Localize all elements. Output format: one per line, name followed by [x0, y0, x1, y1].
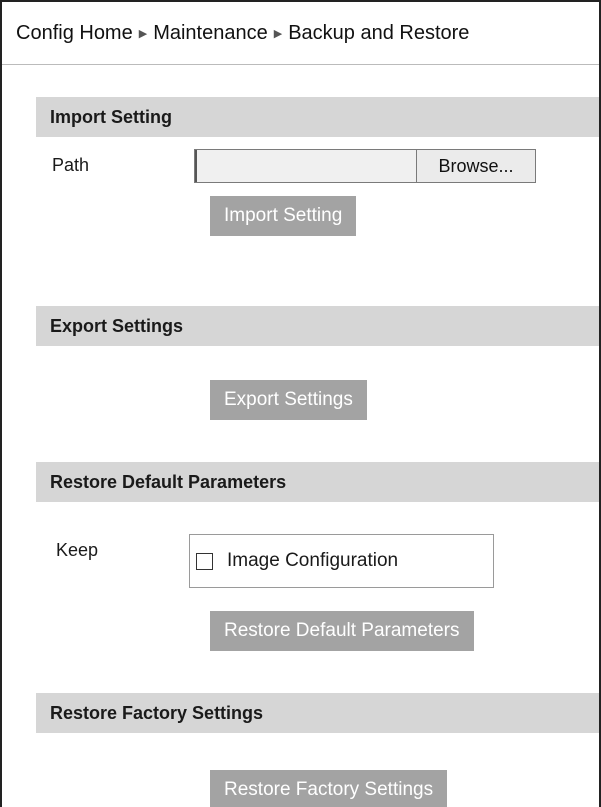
import-section-header: Import Setting — [36, 97, 599, 137]
restore-factory-section-header: Restore Factory Settings — [36, 693, 599, 733]
keep-label: Keep — [56, 540, 99, 560]
keep-options-box: Image Configuration — [189, 534, 494, 588]
restore-default-parameters-button[interactable]: Restore Default Parameters — [210, 611, 474, 651]
backup-restore-panel: Config Home ▶ Maintenance ▶ Backup and R… — [0, 0, 601, 807]
breadcrumb-config-home[interactable]: Config Home — [16, 22, 133, 45]
file-input: Browse... — [194, 149, 536, 183]
breadcrumb-backup-restore: Backup and Restore — [288, 22, 470, 44]
breadcrumb-divider — [2, 64, 599, 65]
browse-button[interactable]: Browse... — [416, 150, 535, 182]
breadcrumb: Config Home ▶ Maintenance ▶ Backup and R… — [16, 22, 469, 45]
import-setting-button[interactable]: Import Setting — [210, 196, 357, 236]
restore-factory-settings-button[interactable]: Restore Factory Settings — [210, 770, 448, 807]
breadcrumb-separator-icon: ▶ — [273, 28, 283, 40]
image-configuration-label[interactable]: Image Configuration — [227, 550, 398, 572]
breadcrumb-maintenance[interactable]: Maintenance — [153, 22, 268, 45]
export-settings-button[interactable]: Export Settings — [210, 380, 367, 420]
path-input[interactable] — [195, 150, 416, 182]
export-section-header: Export Settings — [36, 306, 599, 346]
restore-default-section-header: Restore Default Parameters — [36, 462, 599, 502]
breadcrumb-separator-icon: ▶ — [138, 28, 148, 40]
path-label: Path — [52, 155, 90, 175]
image-configuration-checkbox[interactable] — [196, 552, 213, 570]
